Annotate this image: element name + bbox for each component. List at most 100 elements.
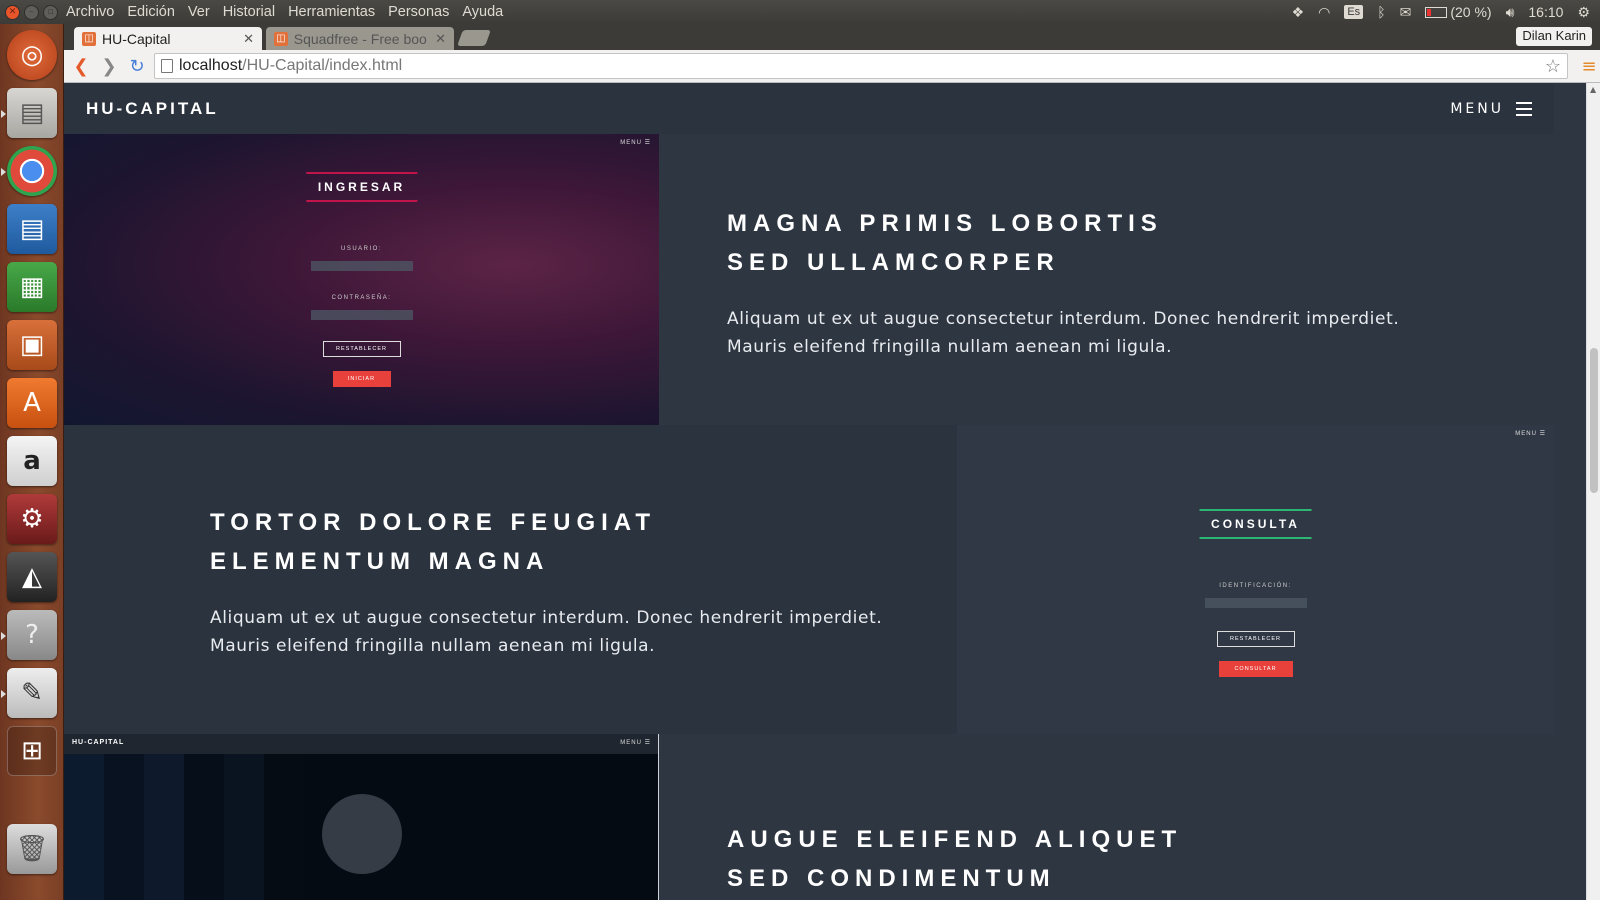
title-line: AUGUE ELEIFEND ALIQUET: [727, 826, 1183, 853]
system-settings-icon[interactable]: ⚙: [7, 494, 57, 544]
software-center-icon[interactable]: A: [7, 378, 57, 428]
menu-edicion[interactable]: Edición: [127, 4, 175, 20]
help-icon[interactable]: ?: [7, 610, 57, 660]
menu-personas[interactable]: Personas: [388, 4, 449, 20]
tab-hu-capital[interactable]: ◫ HU-Capital ✕: [74, 27, 262, 50]
mini-menu-label: MENU ☰: [620, 140, 651, 146]
reload-button[interactable]: ↻: [126, 55, 148, 77]
trash-icon[interactable]: 🗑︎: [7, 824, 57, 874]
mail-icon[interactable]: ✉: [1400, 4, 1412, 21]
keyboard-layout-indicator[interactable]: Es: [1344, 5, 1364, 19]
site-brand[interactable]: HU-CAPITAL: [86, 99, 219, 119]
minimize-window-icon[interactable]: –: [24, 4, 39, 20]
menu-historial[interactable]: Historial: [223, 4, 275, 20]
mini-title-consulta: CONSULTA: [1199, 509, 1312, 539]
web-page: HU-CAPITAL MENU MENU ☰ INGRESAR USUARIO:…: [64, 83, 1554, 900]
mini-brand: HU-CAPITAL: [72, 739, 125, 746]
spotlight-3: HU-CAPITAL MENU ☰ AUGUE ELEIFEND ALIQUET…: [64, 734, 1554, 900]
site-header: HU-CAPITAL MENU: [64, 83, 1554, 134]
battery-percent: (20 %): [1450, 4, 1492, 20]
profile-button[interactable]: Dilan Karin: [1516, 27, 1592, 46]
running-indicator: [1, 168, 6, 176]
bluetooth-icon[interactable]: ᛒ: [1377, 4, 1385, 20]
screenshot-login: MENU ☰ INGRESAR USUARIO: CONTRASEÑA: RES…: [64, 134, 659, 425]
spotlight-title: AUGUE ELEIFEND ALIQUET SED CONDIMENTUM: [727, 820, 1427, 898]
title-line: TORTOR DOLORE FEUGIAT: [210, 509, 657, 536]
url-path: /HU-Capital/index.html: [242, 57, 403, 74]
gear-icon[interactable]: ⚙: [1577, 4, 1590, 21]
close-tab-icon[interactable]: ✕: [435, 31, 446, 47]
dropbox-icon[interactable]: ❖: [1292, 4, 1305, 21]
mini-menu-label: MENU ☰: [620, 740, 651, 746]
amazon-icon[interactable]: a: [7, 436, 57, 486]
page-scrollbar[interactable]: ▲: [1586, 83, 1600, 900]
back-button[interactable]: ❮: [70, 55, 92, 77]
writer-icon[interactable]: ▤: [7, 204, 57, 254]
close-window-icon[interactable]: ✕: [5, 4, 20, 20]
mini-button-iniciar: INICIAR: [332, 371, 391, 387]
window-controls: ✕ – ▫: [0, 4, 66, 20]
mini-button-consultar: CONSULTAR: [1218, 661, 1293, 677]
mini-label-contrasena: CONTRASEÑA:: [331, 295, 392, 301]
screenshot-profile: HU-CAPITAL MENU ☰: [64, 734, 659, 900]
hamburger-icon: [1516, 101, 1532, 116]
inkscape-icon[interactable]: ◭: [7, 552, 57, 602]
mini-header: HU-CAPITAL MENU ☰: [64, 734, 658, 754]
site-menu-button[interactable]: MENU: [1450, 101, 1532, 117]
browser-toolbar: ❮ ❯ ↻ localhost/HU-Capital/index.html ☆ …: [64, 50, 1600, 83]
mini-label-identificacion: IDENTIFICACIÓN:: [1219, 583, 1292, 589]
running-indicator: [1, 632, 6, 640]
mini-menu-label: MENU ☰: [1515, 431, 1546, 437]
browser-menu-icon[interactable]: ≡: [1578, 56, 1600, 77]
battery-icon: [1425, 6, 1448, 18]
page-icon: [161, 59, 173, 73]
top-panel: ✕ – ▫ Archivo Edición Ver Historial Herr…: [0, 0, 1600, 24]
text-editor-icon[interactable]: ✎: [7, 668, 57, 718]
ubuntu-dash-icon[interactable]: ◎: [7, 30, 57, 80]
spotlight-2: TORTOR DOLORE FEUGIAT ELEMENTUM MAGNA Al…: [64, 425, 1554, 734]
spotlight-text: MAGNA PRIMIS LOBORTIS SED ULLAMCORPER Al…: [727, 204, 1427, 361]
running-indicator: [1, 690, 6, 698]
favicon-icon: ◫: [82, 31, 96, 46]
mini-title-ingresar: INGRESAR: [305, 172, 418, 202]
new-tab-button[interactable]: [457, 30, 491, 46]
system-indicators: ❖ ◠ Es ᛒ ✉ (20 %) 🔊︎ 16:10 ⚙: [1292, 4, 1600, 21]
mini-label-usuario: USUARIO:: [340, 246, 383, 252]
spotlight-text: AUGUE ELEIFEND ALIQUET SED CONDIMENTUM: [727, 820, 1427, 898]
menu-ver[interactable]: Ver: [188, 4, 210, 20]
screenshot-consulta: MENU ☰ CONSULTA IDENTIFICACIÓN: RESTABLE…: [957, 425, 1554, 734]
mini-input-identificacion: [1204, 598, 1307, 608]
menu-herramientas[interactable]: Herramientas: [288, 4, 375, 20]
close-tab-icon[interactable]: ✕: [243, 31, 254, 47]
tab-title: HU-Capital: [102, 30, 171, 47]
spotlight-1: MENU ☰ INGRESAR USUARIO: CONTRASEÑA: RES…: [64, 134, 1554, 425]
chrome-icon[interactable]: [7, 146, 57, 196]
tab-title: Squadfree - Free boo: [293, 30, 427, 47]
battery-indicator[interactable]: (20 %): [1425, 4, 1492, 20]
scrollbar-thumb[interactable]: [1590, 348, 1598, 493]
app-menu-bar: Archivo Edición Ver Historial Herramient…: [66, 4, 503, 20]
forward-button[interactable]: ❯: [98, 55, 120, 77]
calc-icon[interactable]: ▦: [7, 262, 57, 312]
title-line: MAGNA PRIMIS LOBORTIS: [727, 210, 1163, 237]
files-icon[interactable]: ▤: [7, 88, 57, 138]
menu-ayuda[interactable]: Ayuda: [462, 4, 503, 20]
tab-squadfree[interactable]: ◫ Squadfree - Free boo ✕: [266, 27, 454, 50]
mini-input-contrasena: [310, 310, 413, 320]
spotlight-text: TORTOR DOLORE FEUGIAT ELEMENTUM MAGNA Al…: [210, 503, 930, 660]
url-host: localhost: [179, 57, 243, 74]
volume-icon[interactable]: 🔊︎: [1506, 4, 1515, 21]
clock[interactable]: 16:10: [1528, 4, 1563, 20]
address-bar[interactable]: localhost/HU-Capital/index.html ☆: [154, 53, 1568, 79]
impress-icon[interactable]: ▣: [7, 320, 57, 370]
spotlight-title: TORTOR DOLORE FEUGIAT ELEMENTUM MAGNA: [210, 503, 930, 581]
mini-button-restablecer: RESTABLECER: [1216, 631, 1295, 647]
maximize-window-icon[interactable]: ▫: [43, 4, 58, 20]
wifi-icon[interactable]: ◠: [1318, 4, 1330, 21]
menu-archivo[interactable]: Archivo: [66, 4, 114, 20]
spotlight-title: MAGNA PRIMIS LOBORTIS SED ULLAMCORPER: [727, 204, 1427, 282]
scroll-up-icon[interactable]: ▲: [1590, 85, 1596, 94]
running-indicator: [1, 110, 6, 118]
bookmark-star-icon[interactable]: ☆: [1545, 56, 1561, 77]
workspace-switcher-icon[interactable]: ⊞: [7, 726, 57, 776]
